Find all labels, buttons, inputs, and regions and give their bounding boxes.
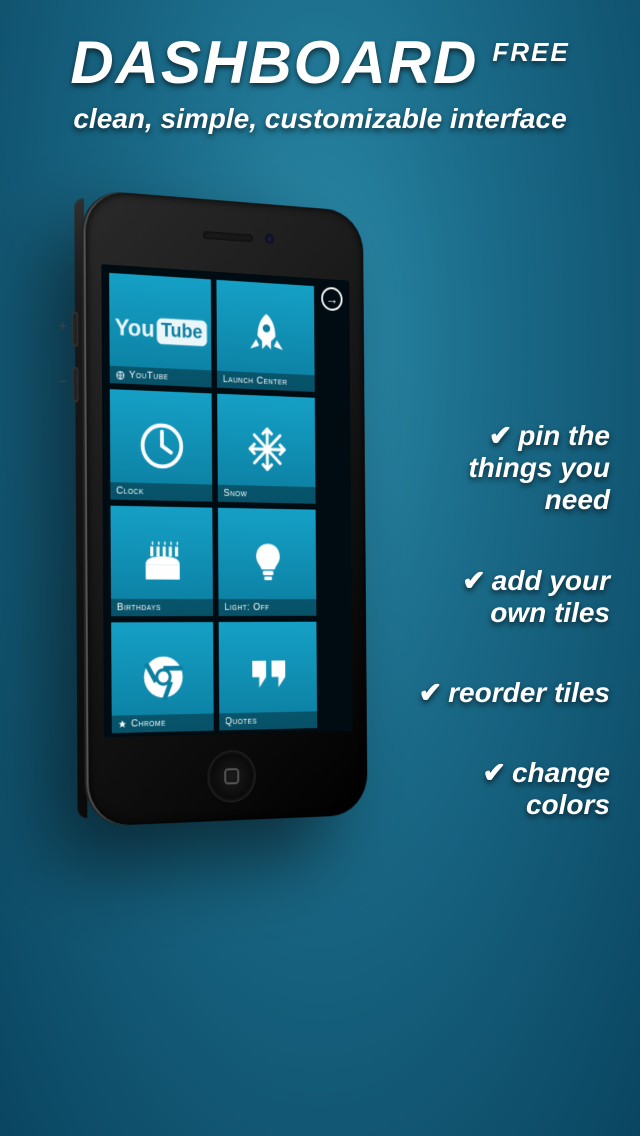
- phone-camera: [265, 234, 274, 245]
- tile-label: Birthdays: [117, 602, 161, 613]
- tile-partial[interactable]: [112, 737, 214, 738]
- chrome-icon: [134, 646, 192, 708]
- tile-light[interactable]: Light: off: [218, 508, 316, 616]
- home-button[interactable]: [207, 750, 256, 804]
- check-icon: ✔: [489, 420, 512, 452]
- check-icon: ✔: [483, 757, 506, 789]
- promo-header: DASHBOARD FREE clean, simple, customizab…: [0, 0, 640, 135]
- tile-label: Light: off: [224, 602, 269, 613]
- tile-label: Chrome: [131, 718, 166, 730]
- tile-label: Snow: [223, 488, 247, 500]
- feature-list: ✔pin the things you need ✔add your own t…: [400, 420, 610, 870]
- tile-snow[interactable]: Snow: [217, 394, 315, 504]
- tile-youtube[interactable]: YouTube YouTube: [109, 273, 211, 388]
- feature-item: ✔pin the things you need: [400, 420, 610, 517]
- feature-item: ✔reorder tiles: [400, 677, 610, 709]
- tile-birthdays[interactable]: Birthdays: [110, 506, 213, 617]
- tile-launch-center[interactable]: Launch Center: [216, 280, 314, 392]
- bulb-icon: [240, 532, 295, 592]
- feature-item: ✔change colors: [400, 757, 610, 821]
- free-badge: FREE: [492, 37, 569, 68]
- tile-partial[interactable]: [219, 734, 317, 738]
- tile-label: Quotes: [225, 716, 257, 728]
- quote-icon: [241, 645, 296, 705]
- rocket-icon: [238, 305, 293, 367]
- check-icon: ✔: [419, 677, 442, 709]
- app-subtitle: clean, simple, customizable interface: [0, 103, 640, 135]
- cake-icon: [133, 531, 191, 592]
- phone-screen: → YouTube YouTube L: [101, 264, 352, 737]
- tile-label: Clock: [116, 485, 144, 497]
- feature-item: ✔add your own tiles: [400, 565, 610, 629]
- dashboard-tile-grid: YouTube YouTube Launch Center: [109, 273, 317, 737]
- tile-chrome[interactable]: Chrome: [111, 622, 214, 733]
- phone-speaker: [203, 231, 253, 243]
- globe-icon: [116, 370, 126, 381]
- app-title: DASHBOARD: [70, 28, 478, 97]
- phone-mockup: → YouTube YouTube L: [20, 200, 420, 1100]
- app-icon: [118, 719, 128, 729]
- tile-quotes[interactable]: Quotes: [219, 622, 318, 731]
- snowflake-icon: [239, 419, 294, 480]
- tile-label: YouTube: [129, 370, 168, 383]
- youtube-icon: YouTube: [132, 299, 189, 363]
- volume-buttons: [72, 312, 79, 423]
- tile-label: Launch Center: [223, 374, 288, 388]
- next-page-button[interactable]: →: [321, 287, 342, 312]
- clock-icon: [133, 415, 190, 477]
- tile-clock[interactable]: Clock: [110, 389, 212, 501]
- check-icon: ✔: [462, 565, 485, 597]
